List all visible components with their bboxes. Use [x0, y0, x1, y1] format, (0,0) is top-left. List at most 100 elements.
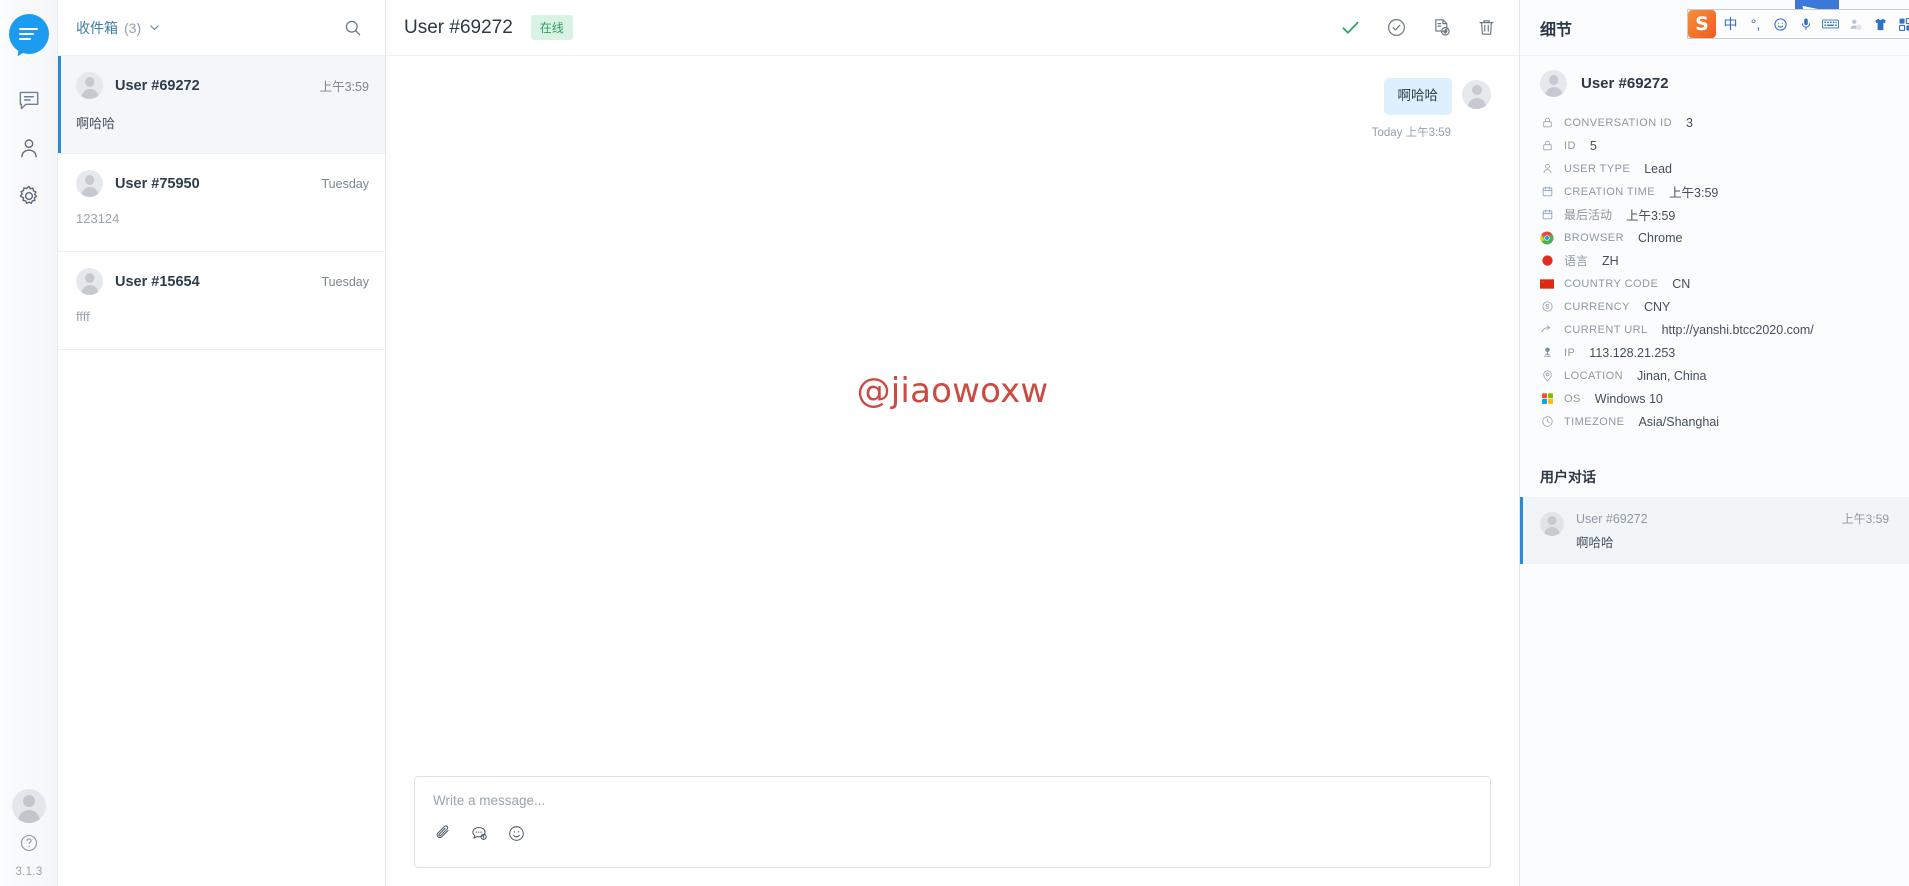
- lock-icon: [1540, 116, 1554, 130]
- clock-icon: [1540, 415, 1554, 429]
- calendar-icon: [1540, 185, 1554, 199]
- ime-emoji-icon[interactable]: [1768, 10, 1793, 38]
- ime-voice-input-icon[interactable]: [1793, 10, 1818, 38]
- detail-row-last-activity: 最后活动 上午3:59: [1540, 203, 1889, 226]
- ime-skin-icon[interactable]: [1868, 10, 1893, 38]
- message-composer[interactable]: Write a message...: [414, 776, 1491, 868]
- detail-row-country-code: COUNTRY CODE CN: [1540, 272, 1889, 295]
- flag-cn-icon: [1540, 277, 1554, 291]
- detail-label: CURRENCY: [1564, 300, 1630, 313]
- list-item-body: User #69272 上午3:59 啊哈哈: [1576, 510, 1889, 551]
- ime-punctuation-button[interactable]: °,: [1743, 10, 1768, 38]
- message-row: 啊哈哈: [414, 78, 1491, 115]
- chat-header: User #69272 在线: [386, 0, 1519, 56]
- current-user-avatar[interactable]: [12, 789, 46, 823]
- detail-label: LOCATION: [1564, 369, 1624, 382]
- detail-value: CNY: [1643, 299, 1671, 314]
- details-user-name: User #69272: [1581, 75, 1669, 92]
- detail-value: CN: [1672, 276, 1691, 291]
- detail-row-id: ID 5: [1540, 134, 1889, 157]
- list-item[interactable]: User #75950 Tuesday 123124: [58, 154, 385, 252]
- sogou-logo-icon[interactable]: S: [1688, 10, 1716, 38]
- inbox-header: 收件箱 (3): [58, 0, 385, 56]
- detail-label: COUNTRY CODE: [1564, 277, 1659, 290]
- status-badge: 在线: [530, 15, 573, 40]
- left-nav-rail: 3.1.3: [0, 0, 58, 886]
- watermark: @jiaowoxw: [856, 371, 1049, 411]
- sidebar-item-contacts[interactable]: [7, 128, 51, 172]
- chevron-down-icon: [147, 20, 162, 35]
- app-logo-icon[interactable]: [8, 14, 49, 54]
- help-icon[interactable]: [19, 833, 39, 858]
- rail-bottom-group: 3.1.3: [0, 789, 58, 878]
- ime-user-settings-icon[interactable]: [1843, 10, 1868, 38]
- details-panel: 细节 User #69272 CONVERSATION ID 3 ID 5 US…: [1520, 0, 1909, 886]
- detail-label: OS: [1564, 392, 1581, 405]
- sidebar-item-settings[interactable]: [7, 176, 51, 220]
- list-item-preview: ffff: [76, 309, 90, 324]
- detail-label: TIMEZONE: [1564, 415, 1625, 428]
- detail-row-user-type: USER TYPE Lead: [1540, 157, 1889, 180]
- detail-row-currency: CURRENCY CNY: [1540, 295, 1889, 318]
- detail-value: 5: [1589, 138, 1597, 153]
- delete-trash-icon[interactable]: [1476, 17, 1497, 38]
- composer-toolbar: [433, 824, 1472, 843]
- ime-toolbar: S 中 °,: [1687, 9, 1909, 39]
- detail-value: 3: [1686, 115, 1693, 130]
- details-field-list: CONVERSATION ID 3 ID 5 USER TYPE Lead CR…: [1520, 111, 1909, 433]
- conversations-icon: [16, 87, 42, 118]
- detail-label: 最后活动: [1564, 208, 1613, 222]
- list-item-preview: 啊哈哈: [1576, 536, 1614, 550]
- composer-wrapper: Write a message...: [386, 776, 1519, 886]
- detail-value[interactable]: http://yanshi.btcc2020.com/: [1662, 323, 1814, 337]
- inbox-count: (3): [124, 19, 142, 36]
- message-input-placeholder[interactable]: Write a message...: [433, 793, 1472, 808]
- resolve-check-icon[interactable]: [1339, 16, 1362, 39]
- inbox-selector[interactable]: 收件箱 (3): [76, 18, 162, 38]
- search-icon[interactable]: [339, 14, 367, 42]
- detail-row-language: 语言 ZH: [1540, 249, 1889, 272]
- calendar-icon: [1540, 208, 1554, 222]
- currency-icon: [1540, 300, 1554, 314]
- emoji-icon[interactable]: [507, 824, 526, 843]
- detail-label: CONVERSATION ID: [1564, 116, 1673, 129]
- detail-label: IP: [1564, 346, 1576, 359]
- lock-icon: [1540, 139, 1554, 153]
- inbox-label: 收件箱: [76, 19, 118, 36]
- detail-label: ID: [1564, 139, 1576, 152]
- detail-row-browser: BROWSER Chrome: [1540, 226, 1889, 249]
- avatar: [76, 72, 103, 99]
- list-item-name: User #75950: [115, 175, 200, 192]
- detail-value: Windows 10: [1594, 391, 1663, 406]
- network-icon: [1540, 346, 1554, 360]
- sidebar-item-conversations[interactable]: [7, 80, 51, 124]
- chrome-icon: [1540, 231, 1554, 245]
- avatar: [1540, 512, 1564, 536]
- list-item-time: 上午3:59: [1841, 512, 1889, 526]
- detail-label: CREATION TIME: [1564, 185, 1656, 198]
- detail-row-ip: IP 113.128.21.253: [1540, 341, 1889, 364]
- list-item[interactable]: User #69272 上午3:59 啊哈哈: [58, 56, 385, 154]
- avatar: [1462, 80, 1491, 109]
- ime-keyboard-icon[interactable]: [1818, 10, 1843, 38]
- detail-value: 上午3:59: [1669, 186, 1719, 200]
- detail-value: 上午3:59: [1626, 209, 1676, 223]
- detail-label: 语言: [1564, 254, 1589, 268]
- ime-chinese-mode-button[interactable]: 中: [1718, 10, 1743, 38]
- ime-toolbox-icon[interactable]: [1893, 10, 1909, 38]
- list-item-name: User #69272: [1576, 511, 1648, 526]
- location-pin-icon: [1540, 369, 1554, 383]
- export-transcript-icon[interactable]: [1431, 17, 1452, 38]
- avatar: [1540, 70, 1567, 97]
- snooze-clock-icon[interactable]: [1386, 17, 1407, 38]
- detail-value: Asia/Shanghai: [1638, 414, 1720, 429]
- saved-replies-icon[interactable]: [470, 824, 489, 843]
- detail-value: Chrome: [1638, 230, 1683, 245]
- link-arrow-icon: [1540, 323, 1554, 337]
- list-item[interactable]: User #69272 上午3:59 啊哈哈: [1520, 497, 1909, 564]
- attachment-icon[interactable]: [433, 824, 452, 843]
- detail-label: USER TYPE: [1564, 162, 1631, 175]
- detail-value: ZH: [1602, 253, 1619, 268]
- detail-row-creation-time: CREATION TIME 上午3:59: [1540, 180, 1889, 203]
- list-item[interactable]: User #15654 Tuesday ffff: [58, 252, 385, 350]
